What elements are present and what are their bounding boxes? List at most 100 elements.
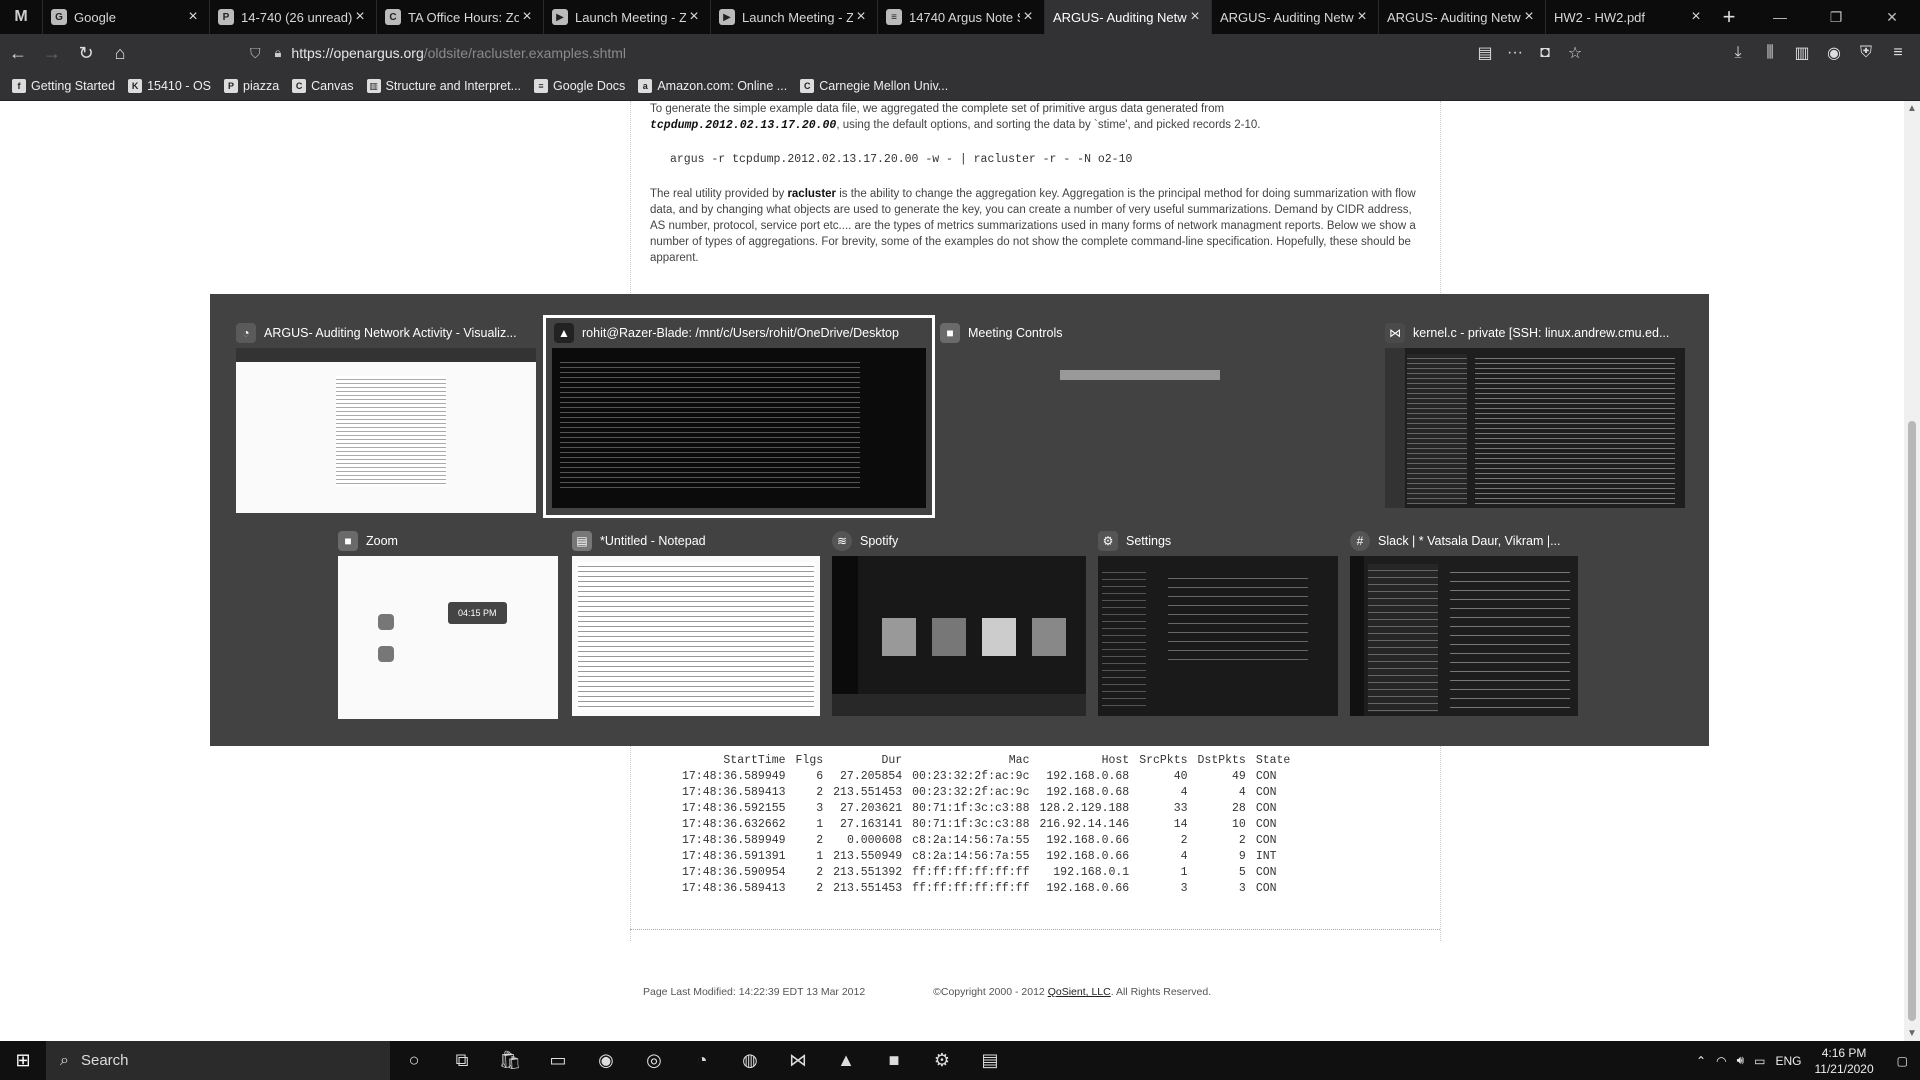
- window-thumbnail: [1350, 556, 1578, 716]
- tray-overflow-icon[interactable]: ⌃: [1696, 1054, 1706, 1068]
- restore-icon[interactable]: ❐: [1808, 0, 1864, 34]
- para-bold: racluster: [787, 188, 837, 200]
- close-icon[interactable]: ×: [185, 8, 201, 26]
- window-terminal[interactable]: ▲ rohit@Razer-Blade: /mnt/c/Users/rohit/O…: [543, 315, 935, 518]
- window-slack[interactable]: # Slack | * Vatsala Daur, Vikram |...: [1350, 526, 1578, 716]
- sidebar-icon[interactable]: ▥: [1786, 43, 1818, 63]
- downloads-icon[interactable]: ⤓: [1722, 44, 1754, 62]
- file-explorer-icon[interactable]: ▭: [534, 1041, 582, 1080]
- window-spotify[interactable]: ≋ Spotify: [832, 526, 1086, 716]
- tab-hw2-pdf[interactable]: HW2 - HW2.pdf ×: [1545, 0, 1712, 34]
- reader-view-icon[interactable]: ▤: [1470, 43, 1500, 63]
- bookmark-google-docs[interactable]: ≡ Google Docs: [534, 79, 625, 93]
- close-icon[interactable]: ×: [1688, 8, 1704, 26]
- taskbar-search[interactable]: ⌕ Search: [46, 1041, 390, 1080]
- gmail-icon[interactable]: M: [0, 0, 42, 34]
- bookmark-cmu[interactable]: C Carnegie Mellon Univ...: [800, 79, 948, 93]
- bookmark-piazza[interactable]: Ppiazza: [224, 79, 279, 93]
- window-argus-firefox[interactable]: ◔ ARGUS- Auditing Network Activity - Visu…: [236, 318, 536, 513]
- scroll-up-icon[interactable]: ▲: [1904, 103, 1920, 114]
- menu-icon[interactable]: ≡: [1882, 44, 1914, 62]
- firefox-icon[interactable]: ◔: [678, 1041, 726, 1080]
- back-icon[interactable]: ←: [2, 37, 34, 69]
- new-tab-button[interactable]: +: [1712, 0, 1746, 34]
- tab-piazza[interactable]: P 14-740 (26 unread) ×: [209, 0, 376, 34]
- tab-argus-notes[interactable]: ≡ 14740 Argus Note S ×: [877, 0, 1044, 34]
- window-thumbnail: [832, 556, 1086, 716]
- cell: 17:48:36.589413: [682, 882, 786, 895]
- lock-icon[interactable]: 🔒︎: [275, 45, 282, 61]
- close-icon[interactable]: ×: [686, 8, 702, 26]
- volume-icon[interactable]: 🔊︎: [1737, 1053, 1745, 1068]
- bookmark-getting-started[interactable]: f Getting Started: [12, 79, 115, 93]
- bookmark-amazon[interactable]: a Amazon.com: Online ...: [638, 79, 787, 93]
- table-row: 17:48:36.589413 2 213.551453 ff:ff:ff:ff:ff…: [677, 881, 1295, 897]
- window-title: Settings: [1126, 534, 1172, 548]
- close-icon[interactable]: ×: [519, 8, 535, 26]
- home-icon[interactable]: ⌂: [104, 37, 136, 69]
- url-bar[interactable]: ⛉ 🔒︎ https://openargus.org/oldsite/raclu…: [250, 39, 1520, 67]
- battery-icon[interactable]: ▭: [1754, 1054, 1765, 1068]
- tab-launch-meeting-1[interactable]: ▶ Launch Meeting - Z ×: [543, 0, 710, 34]
- window-title: Slack | * Vatsala Daur, Vikram |...: [1378, 534, 1561, 548]
- cortana-icon[interactable]: ○: [390, 1041, 438, 1080]
- cell: 5: [1238, 866, 1246, 879]
- linux-terminal-icon[interactable]: ▲: [822, 1041, 870, 1080]
- close-icon[interactable]: ×: [1521, 8, 1537, 26]
- footer-company-link[interactable]: QoSient, LLC: [1048, 986, 1111, 998]
- reload-icon[interactable]: ↻: [70, 37, 102, 69]
- window-notepad[interactable]: ▤ *Untitled - Notepad: [572, 526, 820, 716]
- window-settings[interactable]: ⚙ Settings: [1098, 526, 1338, 716]
- tab-argus-2[interactable]: ARGUS- Auditing Netw ×: [1211, 0, 1378, 34]
- forward-icon[interactable]: →: [36, 37, 68, 69]
- library-icon[interactable]: ⫼: [1754, 44, 1786, 62]
- taskbar-clock[interactable]: 4:16 PM 11/21/2020: [1814, 1045, 1873, 1077]
- tab-argus-3[interactable]: ARGUS- Auditing Netw ×: [1378, 0, 1545, 34]
- window-zoom[interactable]: ■ Zoom 04:15 PM: [338, 526, 558, 719]
- tab-argus-active[interactable]: ARGUS- Auditing Netw ×: [1044, 0, 1211, 34]
- close-icon[interactable]: ×: [1354, 8, 1370, 26]
- minimize-icon[interactable]: —: [1752, 0, 1808, 34]
- window-meeting-controls[interactable]: ■ Meeting Controls: [940, 318, 1220, 408]
- tracking-shield-icon[interactable]: ⛉: [250, 45, 261, 62]
- gear-icon[interactable]: ⚙: [918, 1041, 966, 1080]
- cell: 17:48:36.590954: [682, 866, 786, 879]
- notepad-icon[interactable]: ▤: [966, 1041, 1014, 1080]
- bookmark-star-icon[interactable]: ☆: [1560, 43, 1590, 63]
- close-icon[interactable]: ×: [1187, 8, 1203, 26]
- close-window-icon[interactable]: ✕: [1864, 0, 1920, 34]
- task-view-icon[interactable]: ⧉: [438, 1041, 486, 1080]
- page-scrollbar[interactable]: ▲ ▼: [1904, 101, 1920, 1041]
- vscode-icon[interactable]: ⋈: [774, 1041, 822, 1080]
- tab-launch-meeting-2[interactable]: ▶ Launch Meeting - Z ×: [710, 0, 877, 34]
- page-actions-icon[interactable]: ···: [1500, 44, 1530, 62]
- extension-shield-icon[interactable]: ⛨: [1850, 44, 1882, 62]
- bookmark-canvas[interactable]: C Canvas: [292, 79, 354, 93]
- zoom-icon[interactable]: ■: [870, 1041, 918, 1080]
- thumbnail-album: [882, 618, 916, 656]
- scroll-down-icon[interactable]: ▼: [1904, 1028, 1920, 1039]
- close-icon[interactable]: ×: [352, 8, 368, 26]
- media-player-icon[interactable]: ◎: [630, 1041, 678, 1080]
- spotify-icon[interactable]: ◉: [582, 1041, 630, 1080]
- close-icon[interactable]: ×: [1020, 8, 1036, 26]
- bookmark-15410-os[interactable]: K 15410 - OS: [128, 79, 211, 93]
- piazza-icon: P: [224, 79, 239, 93]
- windows-start-icon[interactable]: ⊞: [0, 1041, 46, 1080]
- clock-time: 4:16 PM: [1821, 1045, 1867, 1060]
- scrollbar-thumb[interactable]: [1908, 421, 1916, 1021]
- bookmark-sicp[interactable]: ▥ Structure and Interpret...: [366, 79, 521, 93]
- window-vscode[interactable]: ⋈ kernel.c - private [SSH: linux.andrew.c…: [1385, 318, 1685, 508]
- close-icon[interactable]: ×: [853, 8, 869, 26]
- pocket-icon[interactable]: ◘: [1530, 44, 1560, 62]
- chrome-icon[interactable]: ◍: [726, 1041, 774, 1080]
- cell: 3: [1180, 882, 1188, 895]
- cell: 27.203621: [840, 802, 903, 815]
- account-icon[interactable]: ◉: [1818, 43, 1850, 63]
- tab-google[interactable]: G Google ×: [42, 0, 209, 34]
- language-indicator[interactable]: ENG: [1775, 1054, 1801, 1068]
- notifications-icon[interactable]: ▢: [1897, 1054, 1908, 1068]
- tab-office-hours[interactable]: C TA Office Hours: Zo ×: [376, 0, 543, 34]
- wifi-icon[interactable]: ◠: [1716, 1054, 1726, 1068]
- store-icon[interactable]: 🛍︎: [486, 1041, 534, 1080]
